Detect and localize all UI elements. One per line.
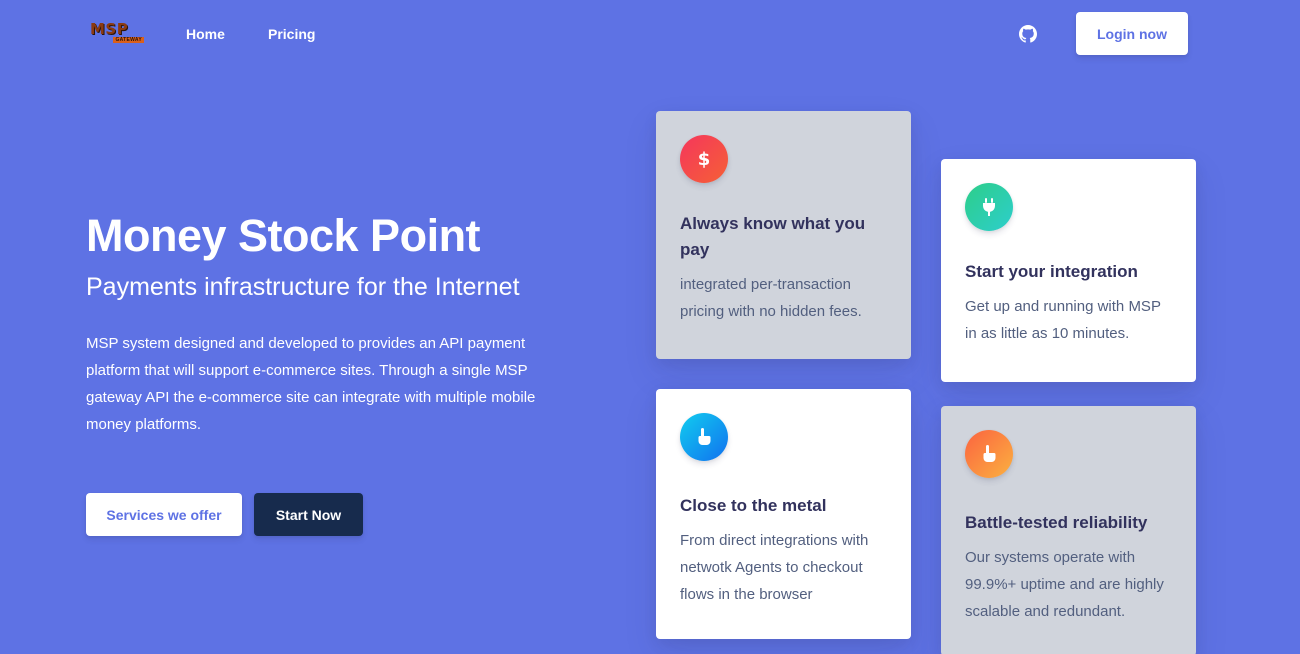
dollar-icon: $ (680, 135, 728, 183)
card-text: From direct integrations with netwotk Ag… (680, 532, 869, 603)
msp-logo[interactable]: MSP GATEWAY (90, 22, 146, 44)
feature-card-metal: Close to the metal From direct integrati… (656, 389, 911, 639)
card-title: Battle-tested reliability (965, 513, 1148, 532)
svg-text:$: $ (698, 149, 711, 169)
feature-card-integration: Start your integration Get up and runnin… (941, 159, 1196, 382)
plug-icon (965, 183, 1013, 231)
card-text: Get up and running with MSP in as little… (965, 298, 1161, 342)
card-title: Always know what you pay (680, 214, 866, 259)
hero-subtitle: Payments infrastructure for the Internet (86, 273, 520, 301)
feature-card-pricing: $ Always know what you pay integrated pe… (656, 111, 911, 359)
logo-subtext: GATEWAY (113, 37, 144, 43)
hero-title: Money Stock Point (86, 210, 481, 261)
hand-pointer-icon (680, 413, 728, 461)
card-title: Start your integration (965, 262, 1138, 281)
start-now-button[interactable]: Start Now (254, 493, 363, 536)
card-title: Close to the metal (680, 496, 827, 515)
hero-description: MSP system designed and developed to pro… (86, 335, 536, 433)
github-icon[interactable] (1019, 25, 1037, 43)
navbar: MSP GATEWAY Home Pricing Login now (0, 0, 1300, 68)
nav-home-link[interactable]: Home (186, 26, 225, 42)
hand-pointer-icon (965, 430, 1013, 478)
card-text: Our systems operate with 99.9%+ uptime a… (965, 549, 1164, 620)
login-button[interactable]: Login now (1076, 12, 1188, 55)
services-button[interactable]: Services we offer (86, 493, 242, 536)
logo-text: MSP (90, 20, 129, 38)
card-text: integrated per-transaction pricing with … (680, 276, 862, 320)
nav-pricing-link[interactable]: Pricing (268, 26, 315, 42)
feature-card-reliability: Battle-tested reliability Our systems op… (941, 406, 1196, 654)
